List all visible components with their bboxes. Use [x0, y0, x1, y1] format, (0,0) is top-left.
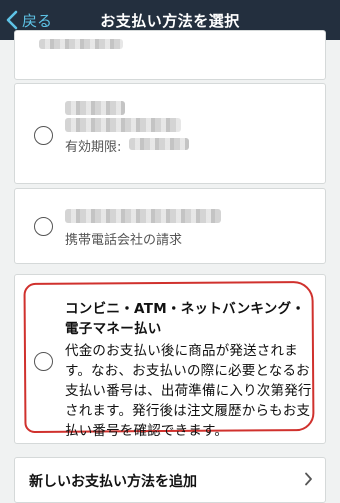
add-payment-method-label: 新しいお支払い方法を追加: [29, 474, 197, 490]
chevron-right-icon: [305, 472, 312, 486]
masked-carrier-info: [65, 209, 221, 223]
masked-card-name: [65, 101, 125, 115]
convenience-description: 代金のお支払い後に商品が発送されます。なお、お支払いの際に必要となるお支払い番号…: [65, 343, 312, 439]
payment-option-convenience[interactable]: コンビニ・ATM・ネットバンキング・電子マネー払い 代金のお支払い後に商品が発送…: [14, 274, 326, 444]
masked-info: [39, 39, 123, 49]
payment-option-masked-top[interactable]: [14, 30, 326, 80]
convenience-title: コンビニ・ATM・ネットバンキング・電子マネー払い: [65, 301, 306, 337]
radio-card[interactable]: [34, 126, 53, 145]
masked-expiry: [129, 138, 189, 150]
payment-option-carrier[interactable]: 携帯電話会社の請求: [14, 188, 326, 264]
page-title: お支払い方法を選択: [100, 12, 240, 30]
payment-option-card[interactable]: 有効期限:: [14, 83, 326, 184]
carrier-billing-label: 携帯電話会社の請求: [65, 233, 183, 248]
radio-carrier[interactable]: [34, 217, 53, 236]
card-expiry-label: 有効期限:: [65, 140, 122, 155]
masked-card-number: [65, 118, 181, 132]
add-payment-method-button[interactable]: 新しいお支払い方法を追加: [14, 457, 326, 503]
radio-convenience[interactable]: [34, 352, 53, 371]
